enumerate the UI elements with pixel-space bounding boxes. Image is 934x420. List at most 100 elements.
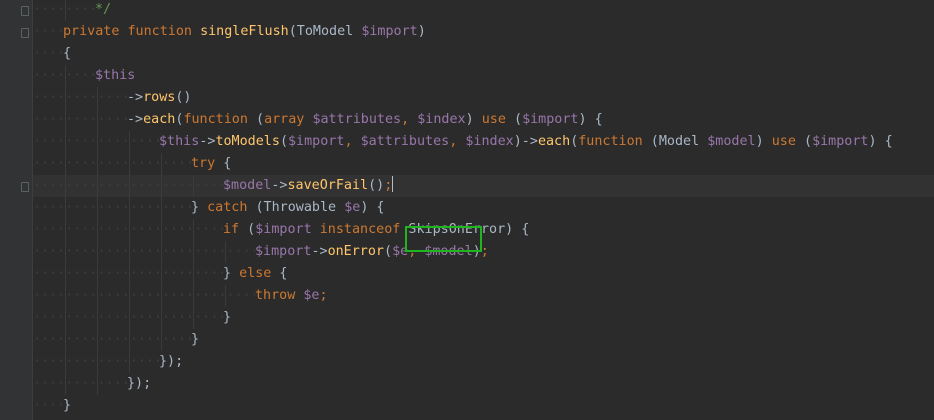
indent-guide xyxy=(129,351,130,373)
indent-guide xyxy=(97,351,98,373)
code-token: private xyxy=(63,24,120,39)
whitespace-dots: ···························· xyxy=(33,244,255,259)
code-token: $attributes xyxy=(312,112,402,127)
code-token: { xyxy=(271,266,288,281)
indent-guide xyxy=(97,307,98,329)
indent-guide xyxy=(161,197,162,219)
code-line[interactable]: ················}); xyxy=(33,351,934,373)
code-token: ; xyxy=(384,178,393,193)
indent-guide xyxy=(129,219,130,241)
highlight-box xyxy=(405,226,482,252)
code-token: use xyxy=(481,112,506,127)
indent-guide xyxy=(129,263,130,285)
code-token: */ xyxy=(95,2,112,17)
code-token: $model xyxy=(223,178,272,193)
code-line[interactable]: ························} else { xyxy=(33,263,934,285)
code-line[interactable]: ························$model->saveOrFa… xyxy=(33,175,934,197)
code-text[interactable]: if ($import instanceof SkipsOnError) { xyxy=(223,222,529,237)
indent-guide xyxy=(65,197,66,219)
indent-guide xyxy=(193,307,194,329)
code-text[interactable]: $this xyxy=(95,68,135,83)
code-token: () xyxy=(368,178,385,193)
indent-guide xyxy=(97,109,98,131)
code-text[interactable]: }); xyxy=(127,376,151,391)
code-token: catch xyxy=(207,200,248,215)
code-token: } xyxy=(63,398,72,413)
code-line[interactable]: ····private function singleFlush(ToModel… xyxy=(33,21,934,43)
fold-marker-icon[interactable] xyxy=(21,182,29,192)
code-token: ( xyxy=(239,222,256,237)
code-token: ; xyxy=(319,288,328,303)
code-token: (Throwable xyxy=(247,200,345,215)
code-token: ( xyxy=(505,112,523,127)
code-line[interactable]: ························if ($import inst… xyxy=(33,219,934,241)
code-text[interactable]: } else { xyxy=(223,266,288,281)
code-line[interactable]: ····························$import->onE… xyxy=(33,241,934,263)
code-line[interactable]: ····} xyxy=(33,395,934,417)
code-token: array xyxy=(264,112,305,127)
code-line[interactable]: ························} xyxy=(33,307,934,329)
code-line[interactable]: ····················try { xyxy=(33,153,934,175)
code-text[interactable]: $model->saveOrFail(); xyxy=(223,176,394,193)
code-text[interactable]: } xyxy=(63,398,71,413)
whitespace-dots: ········ xyxy=(33,68,95,83)
code-text[interactable]: { xyxy=(63,46,71,61)
whitespace-dots: ···· xyxy=(33,24,63,39)
code-line[interactable]: ············->each(function (array $attr… xyxy=(33,109,934,131)
code-token: function xyxy=(578,134,643,149)
code-token: ( xyxy=(247,112,265,127)
code-token: $import xyxy=(255,244,312,259)
indent-guide xyxy=(225,285,226,307)
code-token: ) xyxy=(465,112,482,127)
code-line[interactable]: ············->rows() xyxy=(33,87,934,109)
indent-guide xyxy=(97,153,98,175)
code-line[interactable]: ············}); xyxy=(33,373,934,395)
code-token: $import xyxy=(255,222,312,237)
indent-guide xyxy=(65,131,66,153)
fold-marker-icon[interactable] xyxy=(21,6,29,16)
code-text[interactable]: private function singleFlush(ToModel $im… xyxy=(63,24,426,39)
code-text[interactable]: }); xyxy=(159,354,183,369)
code-token: (ToModel xyxy=(288,24,362,39)
code-token: $index xyxy=(417,112,466,127)
code-text[interactable]: } catch (Throwable $e) { xyxy=(191,200,385,215)
fold-marker-icon[interactable] xyxy=(21,28,29,38)
code-token: singleFlush xyxy=(200,24,289,39)
indent-guide xyxy=(65,241,66,263)
code-text[interactable]: try { xyxy=(191,156,231,171)
code-line[interactable]: ········*/ xyxy=(33,0,934,21)
code-line[interactable]: ····{ xyxy=(33,43,934,65)
code-text[interactable]: $this->toModels($import, $attributes, $i… xyxy=(159,134,893,149)
code-line[interactable]: ····················} catch (Throwable $… xyxy=(33,197,934,219)
code-line[interactable]: ····························throw $e; xyxy=(33,285,934,307)
editor-gutter[interactable] xyxy=(0,0,33,420)
indent-guide xyxy=(97,263,98,285)
indent-guide xyxy=(161,263,162,285)
code-line[interactable]: ····················} xyxy=(33,329,934,351)
indent-guide xyxy=(97,241,98,263)
code-text[interactable]: */ xyxy=(95,2,111,17)
code-text[interactable]: } xyxy=(223,310,231,325)
indent-guide xyxy=(161,219,162,241)
indent-guide xyxy=(65,307,66,329)
indent-guide xyxy=(129,307,130,329)
code-token: each xyxy=(143,112,176,127)
code-token: , xyxy=(344,134,361,149)
code-line[interactable]: ········$this xyxy=(33,65,934,87)
code-text[interactable]: } xyxy=(191,332,199,347)
indent-guide xyxy=(97,329,98,351)
code-text[interactable]: ->each(function (array $attributes, $ind… xyxy=(127,112,603,127)
indent-guide xyxy=(97,131,98,153)
code-token: $e xyxy=(303,288,320,303)
code-line[interactable]: ················$this->toModels($import,… xyxy=(33,131,934,153)
code-token: $this xyxy=(159,134,200,149)
indent-guide xyxy=(161,285,162,307)
indent-guide xyxy=(193,285,194,307)
code-text[interactable]: ->rows() xyxy=(127,90,192,105)
code-text[interactable]: throw $e; xyxy=(255,288,328,303)
code-token: $import xyxy=(812,134,869,149)
indent-guide xyxy=(129,329,130,351)
code-token: } xyxy=(223,310,232,325)
code-editor[interactable]: ········*/····private function singleFlu… xyxy=(33,0,934,420)
code-token: $import xyxy=(288,134,345,149)
